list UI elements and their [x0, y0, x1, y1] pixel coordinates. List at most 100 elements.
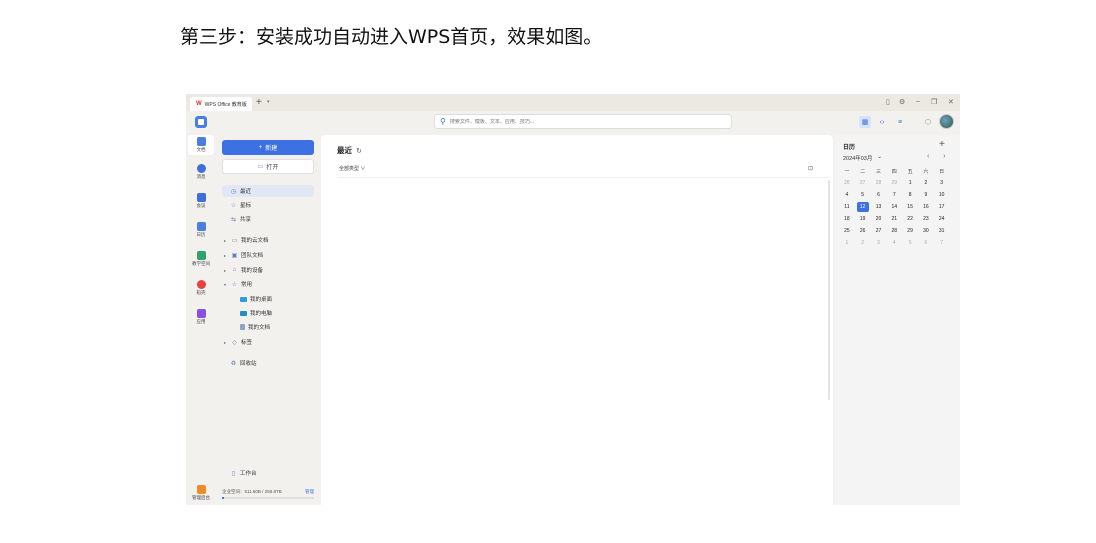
calendar-day[interactable]: 20 [871, 213, 887, 225]
rail-item-calendar[interactable]: 日历 [186, 222, 216, 238]
calendar-day[interactable]: 15 [902, 201, 918, 213]
calendar-day[interactable]: 7 [934, 237, 950, 249]
plus-icon: + [258, 144, 263, 151]
maximize-button[interactable]: ❐ [931, 98, 937, 106]
calendar-day[interactable]: 24 [934, 213, 950, 225]
grid-view-icon[interactable]: ▦ [859, 116, 871, 128]
calendar-day[interactable]: 21 [886, 213, 902, 225]
calendar-day[interactable]: 2 [918, 177, 934, 189]
calendar-day[interactable]: 17 [934, 201, 950, 213]
list-icon[interactable]: ≡ [894, 116, 906, 128]
calendar-day[interactable]: 5 [902, 237, 918, 249]
calendar-month-selector[interactable]: 2024年03月 ⌄ [843, 154, 882, 162]
calendar-nav-arrows[interactable]: ‹ › [927, 153, 952, 160]
rail-item-teaching-space[interactable]: 教学空间 [186, 251, 216, 267]
calendar-day[interactable]: 4 [886, 237, 902, 249]
calendar-day[interactable]: 26 [855, 225, 871, 237]
calendar-day[interactable]: 19 [855, 213, 871, 225]
rail-item-message[interactable]: 消息 [186, 164, 216, 180]
calendar-day[interactable]: 11 [839, 201, 855, 213]
nav-item-shared[interactable]: ⇆ 共享 [222, 213, 314, 225]
expand-arrow-icon[interactable]: ▸ [224, 253, 228, 258]
calendar-day[interactable]: 13 [871, 201, 887, 213]
calendar-day[interactable]: 28 [886, 225, 902, 237]
rail-item-meeting[interactable]: 会议 [186, 193, 216, 209]
rail-item-docer[interactable]: 稻壳 [186, 280, 216, 296]
calendar-day[interactable]: 3 [871, 237, 887, 249]
apps-icon [196, 309, 206, 318]
calendar-day[interactable]: 1 [839, 237, 855, 249]
collapse-arrow-icon[interactable]: ▾ [224, 282, 228, 287]
calendar-day[interactable]: 12 [856, 202, 869, 212]
calendar-day[interactable]: 18 [839, 213, 855, 225]
calendar-day[interactable]: 6 [918, 237, 934, 249]
calendar-grid: 一二三四五六日 26 27 28 29 1 2 3 4 5 6 7 8 9 10 11 12 13 14 15 16 17… [839, 165, 950, 249]
minimize-button[interactable]: – [916, 98, 920, 105]
nav-item-my-cloud-docs[interactable]: ▸ ▭ 我的云文档 [222, 234, 314, 246]
nav-item-recent[interactable]: ◷ 最近 [222, 185, 314, 197]
nav-item-starred[interactable]: ☆ 星标 [222, 199, 314, 211]
calendar-weekday: 日 [939, 168, 945, 175]
calendar-day[interactable]: 6 [871, 189, 887, 201]
refresh-icon[interactable]: ↻ [356, 147, 362, 155]
calendar-day[interactable]: 22 [902, 213, 918, 225]
calendar-day[interactable]: 28 [871, 177, 887, 189]
settings-icon[interactable]: ⚙ [899, 98, 905, 106]
avatar[interactable] [939, 114, 954, 129]
calendar-day[interactable]: 16 [918, 201, 934, 213]
rail-item-admin[interactable]: 管理后台 [186, 485, 216, 501]
calendar-day[interactable]: 10 [934, 189, 950, 201]
expand-arrow-icon[interactable]: ▸ [224, 238, 228, 243]
nav-item-recycle-bin[interactable]: ♻ 回收站 [222, 357, 314, 369]
calendar-day[interactable]: 9 [918, 189, 934, 201]
calendar-day[interactable]: 31 [934, 225, 950, 237]
nav-item-common[interactable]: ▾ ☆ 常用 [222, 278, 314, 290]
rail-item-document[interactable]: 文档 [188, 135, 214, 155]
code-icon[interactable]: ‹› [876, 116, 888, 128]
nav-item-team-docs[interactable]: ▸ ▣ 团队文档 [222, 249, 314, 261]
search-box[interactable]: ⚲ [434, 114, 732, 129]
new-tab-button[interactable]: + [256, 97, 262, 108]
storage-info: 企业空间：511.60B / 258.8TB 管理 [222, 489, 314, 495]
calendar-day[interactable]: 30 [918, 225, 934, 237]
calendar-day[interactable]: 2 [855, 237, 871, 249]
nav-item-my-documents[interactable]: 我的文档 [222, 321, 314, 333]
nav-item-my-desktop[interactable]: 我的桌面 [222, 293, 314, 305]
manage-link[interactable]: 管理 [305, 489, 314, 495]
calendar-day[interactable]: 25 [839, 225, 855, 237]
calendar-day[interactable]: 8 [902, 189, 918, 201]
expand-arrow-icon[interactable]: ▸ [224, 268, 228, 273]
tab-dropdown-icon[interactable]: ▾ [267, 99, 270, 105]
calendar-day[interactable]: 23 [918, 213, 934, 225]
expand-arrow-icon[interactable]: ▸ [224, 340, 228, 345]
calendar-day[interactable]: 1 [902, 177, 918, 189]
hexagon-icon[interactable]: ⬡ [922, 116, 934, 128]
calendar-day[interactable]: 7 [886, 189, 902, 201]
calendar-day[interactable]: 26 [839, 177, 855, 189]
calendar-weekday: 三 [875, 168, 881, 175]
calendar-day[interactable]: 29 [886, 177, 902, 189]
calendar-day[interactable]: 27 [855, 177, 871, 189]
nav-item-my-computer[interactable]: 我的电脑 [222, 307, 314, 319]
tab-wps-home[interactable]: W WPS Office 教育版 [190, 97, 252, 111]
nav-item-workbench[interactable]: ▯ 工作台 [222, 467, 314, 479]
rail-item-apps[interactable]: 应用 [186, 309, 216, 325]
nav-item-my-devices[interactable]: ▸ ⌂ 我的设备 [222, 264, 314, 276]
layout-icon[interactable]: ▯ [886, 98, 890, 106]
nav-item-tags[interactable]: ▸ ◇ 标签 [222, 336, 314, 348]
scrollbar[interactable] [828, 180, 830, 400]
calendar-day[interactable]: 27 [871, 225, 887, 237]
calendar-day[interactable]: 29 [902, 225, 918, 237]
open-button[interactable]: ▭ 打开 [222, 159, 314, 174]
calendar-day[interactable]: 5 [855, 189, 871, 201]
search-input[interactable] [449, 118, 700, 125]
type-filter-dropdown[interactable]: 全部类型 ∨ [339, 165, 365, 172]
calendar-day[interactable]: 4 [839, 189, 855, 201]
home-icon[interactable] [195, 116, 207, 128]
filter-icon[interactable]: ⊡ [808, 165, 813, 172]
new-button[interactable]: + 新建 [222, 140, 314, 155]
calendar-day[interactable]: 3 [934, 177, 950, 189]
calendar-day[interactable]: 14 [886, 201, 902, 213]
close-button[interactable]: ✕ [948, 98, 954, 106]
add-event-button[interactable]: + [939, 139, 945, 150]
